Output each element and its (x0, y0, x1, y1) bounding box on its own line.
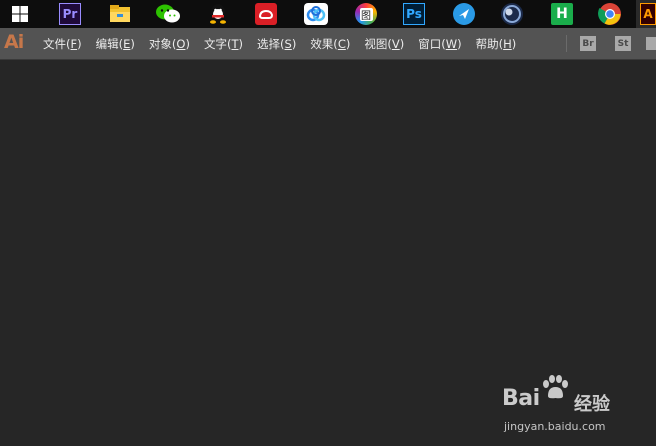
menu-type-key: T (231, 36, 239, 51)
bridge-button[interactable]: Br (580, 36, 596, 51)
windows-start-button[interactable] (0, 0, 40, 28)
menu-effect[interactable]: 效果(C) (303, 36, 357, 52)
menu-help-tail: ) (511, 36, 517, 51)
taskbar-premiere[interactable]: Pr (50, 0, 90, 28)
menu-divider (566, 35, 567, 52)
menu-file-label: 文件( (43, 36, 71, 51)
watermark-brand: Bai (502, 386, 540, 411)
taskbar-photoshop[interactable]: Ps (394, 0, 434, 28)
menu-view-key: V (391, 36, 400, 51)
menu-edit[interactable]: 编辑(E) (89, 36, 142, 52)
feishu-icon (453, 3, 475, 25)
menu-file-tail: ) (77, 36, 82, 51)
watermark-url: jingyan.baidu.com (504, 420, 606, 433)
chrome-icon (598, 3, 621, 25)
watermark-brand-suffix: 经验 (574, 394, 610, 415)
file-explorer-icon (110, 5, 130, 22)
taskbar-hbuilder[interactable]: H (542, 0, 582, 28)
menu-select[interactable]: 选择(S) (250, 36, 303, 52)
taskbar-illustrator[interactable]: A (636, 0, 656, 28)
photoshop-icon: Ps (403, 3, 425, 25)
menu-select-label: 选择( (257, 36, 285, 51)
menu-help-label: 帮助( (475, 36, 504, 51)
menu-select-tail: ) (291, 36, 297, 51)
menu-effect-label: 效果( (310, 36, 338, 51)
menu-window[interactable]: 窗口(W) (411, 36, 468, 52)
taskbar-baidu-netdisk[interactable] (296, 0, 336, 28)
taskbar-wechat[interactable] (148, 0, 188, 28)
menu-type-tail: ) (238, 36, 244, 51)
stock-button[interactable]: St (615, 36, 631, 51)
wechat-icon (156, 4, 180, 23)
illustrator-menubar: Ai 文件(F) 编辑(E) 对象(O) 文字(T) 选择(S) 效果(C) 视… (0, 28, 656, 60)
menu-view-tail: ) (399, 36, 405, 51)
menu-type-label: 文字( (203, 36, 232, 51)
taskbar-creative-cloud[interactable] (246, 0, 286, 28)
menu-object-label: 对象( (148, 36, 177, 51)
windows-start-icon (12, 6, 28, 22)
baidu-netdisk-icon (304, 3, 328, 25)
image-viewer-icon: 图 (355, 3, 377, 25)
menu-view-label: 视图( (364, 36, 392, 51)
illustrator-icon: A (640, 3, 656, 25)
menu-help-key: H (503, 36, 512, 51)
image-viewer-glyph: 图 (359, 7, 373, 22)
taskbar-feishu[interactable] (444, 0, 484, 28)
menu-select-key: S (284, 36, 292, 51)
menu-help[interactable]: 帮助(H) (469, 36, 524, 52)
menu-window-key: W (445, 36, 458, 51)
baidu-jingyan-watermark: Bai 经验 jingyan.baidu.com (500, 372, 650, 442)
menu-edit-tail: ) (130, 36, 135, 51)
menu-effect-tail: ) (345, 36, 351, 51)
taskbar-cinema4d[interactable] (492, 0, 532, 28)
creative-cloud-icon (255, 3, 277, 25)
menu-window-label: 窗口( (418, 36, 446, 51)
taskbar-chrome[interactable] (590, 0, 630, 28)
taskbar-qq[interactable] (198, 0, 238, 28)
windows-taskbar: Pr 图 Ps H A (0, 0, 656, 28)
workspace-switcher-button[interactable] (646, 37, 656, 50)
baidu-paw-icon (543, 375, 568, 399)
taskbar-file-explorer[interactable] (100, 0, 140, 28)
app-logo: Ai (4, 31, 24, 53)
cinema4d-icon (501, 3, 523, 25)
menu-file[interactable]: 文件(F) (36, 36, 89, 52)
menu-effect-key: C (337, 36, 346, 51)
premiere-icon: Pr (59, 3, 81, 25)
menu-list: 文件(F) 编辑(E) 对象(O) 文字(T) 选择(S) 效果(C) 视图(V… (36, 28, 523, 59)
taskbar-image-viewer[interactable]: 图 (346, 0, 386, 28)
menu-edit-label: 编辑( (95, 36, 124, 51)
menu-object-tail: ) (185, 36, 190, 51)
qq-icon (210, 4, 226, 24)
menu-type[interactable]: 文字(T) (197, 36, 250, 52)
hbuilder-icon: H (551, 3, 573, 25)
menu-view[interactable]: 视图(V) (357, 36, 411, 52)
menu-object[interactable]: 对象(O) (142, 36, 197, 52)
menu-window-tail: ) (457, 36, 462, 51)
